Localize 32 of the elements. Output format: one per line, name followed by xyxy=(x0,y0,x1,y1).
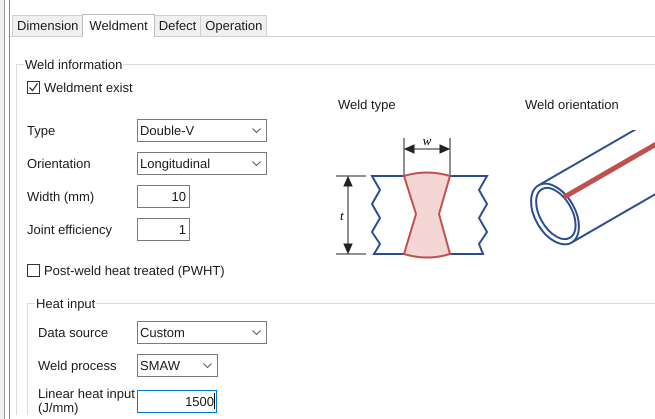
field-label: Weld process xyxy=(38,358,118,372)
checkbox-label: Weldment exist xyxy=(44,80,133,95)
tab[interactable]: Weldment xyxy=(82,14,155,37)
tab[interactable]: Defect xyxy=(154,15,202,36)
field-label: Orientation xyxy=(27,156,92,171)
field-label: Width (mm) xyxy=(27,189,96,204)
checkbox[interactable] xyxy=(27,264,40,277)
field-label: Linear heat input (J/mm) xyxy=(38,387,136,415)
field-label: Data source xyxy=(38,326,110,340)
chevron-icon xyxy=(252,330,261,335)
thickness-symbol: t xyxy=(340,208,344,223)
dropdown[interactable]: Custom xyxy=(137,321,267,344)
dropdown[interactable]: Double-V xyxy=(137,119,267,142)
tab[interactable]: Dimension xyxy=(12,15,84,36)
number-field[interactable]: 1500 xyxy=(137,390,217,412)
diagram-title: Weld orientation xyxy=(525,97,620,112)
group-title: Heat input xyxy=(35,296,96,311)
number-field[interactable]: 10 xyxy=(137,185,190,208)
number-field[interactable]: 1 xyxy=(137,218,190,241)
field-label: Type xyxy=(27,123,56,138)
dropdown[interactable]: SMAW xyxy=(137,354,218,377)
checkbox-label: Post-weld heat treated (PWHT) xyxy=(44,263,225,278)
diagram-title: Weld type xyxy=(338,97,397,112)
field-label: Joint efficiency xyxy=(27,222,114,237)
chevron-icon xyxy=(203,363,212,368)
chevron-icon xyxy=(252,128,261,133)
dropdown[interactable]: Longitudinal xyxy=(137,152,267,175)
width-symbol: w xyxy=(422,134,432,148)
chevron-icon xyxy=(252,161,261,166)
group-title: Weld information xyxy=(24,57,124,72)
checkbox[interactable] xyxy=(27,81,40,94)
tab[interactable]: Operation xyxy=(200,15,268,36)
